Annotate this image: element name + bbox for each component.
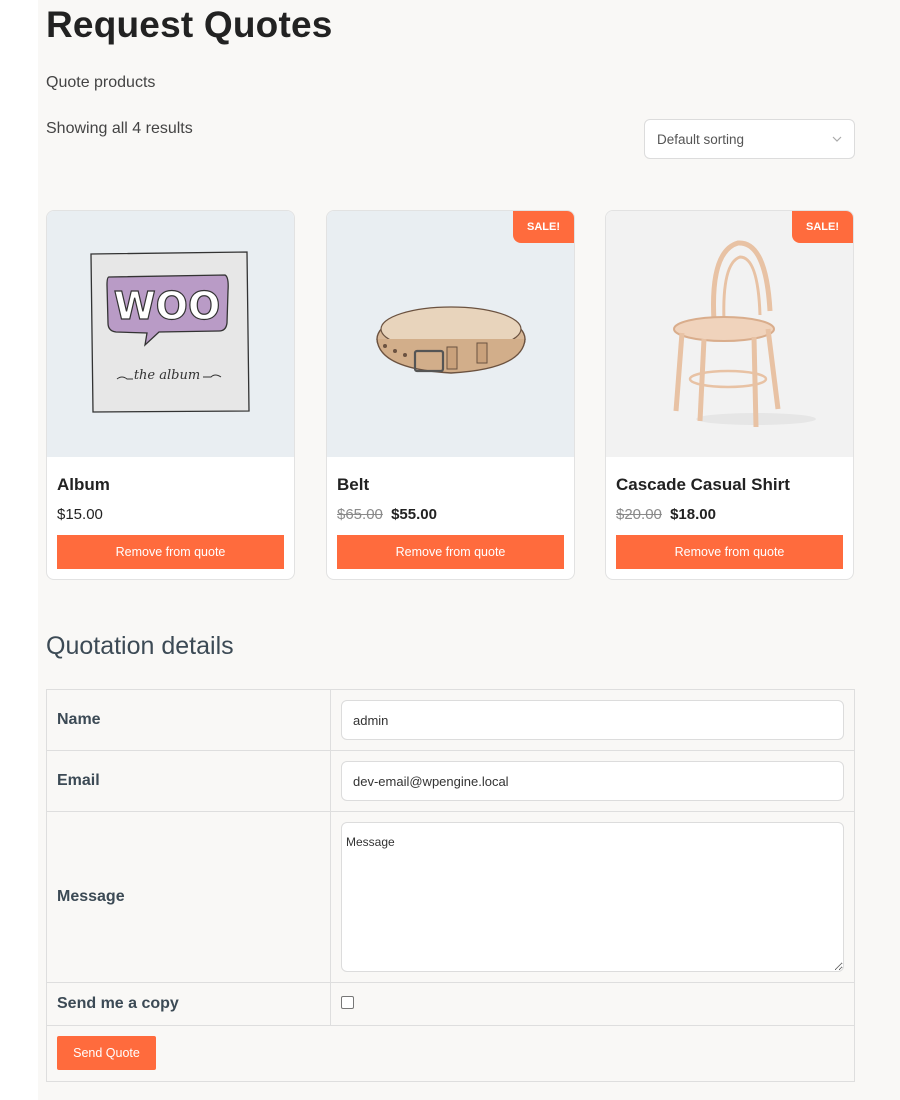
email-label: Email xyxy=(47,751,331,811)
product-card-belt: SALE! Belt $65.00 $55.00 Remove from quo… xyxy=(326,210,575,580)
email-input[interactable] xyxy=(341,761,844,801)
result-count: Showing all 4 results xyxy=(46,120,193,137)
quotation-details-title: Quotation details xyxy=(46,632,234,660)
product-name[interactable]: Album xyxy=(57,475,110,495)
page-title: Request Quotes xyxy=(46,4,333,45)
name-row: Name xyxy=(47,690,854,751)
product-card-album: WOO the album Album $15.00 Remove from q… xyxy=(46,210,295,580)
remove-from-quote-button[interactable]: Remove from quote xyxy=(616,535,843,569)
quotation-form: Name Email Message Send me a copy Send Q… xyxy=(46,689,855,1082)
submit-row: Send Quote xyxy=(47,1026,854,1081)
product-price: $15.00 xyxy=(57,506,103,523)
sale-badge: SALE! xyxy=(513,211,574,243)
send-copy-checkbox[interactable] xyxy=(341,996,354,1009)
sale-price: $18.00 xyxy=(670,506,716,523)
regular-price: $65.00 xyxy=(337,506,383,523)
chair-image[interactable] xyxy=(606,211,853,457)
left-margin-strip xyxy=(0,0,38,1100)
product-card-cascade-casual-shirt: SALE! Cascade Casual Shirt $20.00 $18.00… xyxy=(605,210,854,580)
chevron-down-icon xyxy=(832,133,842,145)
regular-price: $20.00 xyxy=(616,506,662,523)
message-textarea[interactable] xyxy=(341,822,844,972)
remove-from-quote-button[interactable]: Remove from quote xyxy=(57,535,284,569)
sale-price: $55.00 xyxy=(391,506,437,523)
remove-from-quote-button[interactable]: Remove from quote xyxy=(337,535,564,569)
name-input[interactable] xyxy=(341,700,844,740)
send-copy-row: Send me a copy xyxy=(47,983,854,1026)
message-row: Message xyxy=(47,812,854,983)
product-name[interactable]: Cascade Casual Shirt xyxy=(616,475,790,495)
sorting-dropdown[interactable]: Default sorting xyxy=(644,119,855,159)
product-name[interactable]: Belt xyxy=(337,475,369,495)
message-label: Message xyxy=(47,812,331,982)
message-field-cell xyxy=(331,812,854,982)
send-copy-cell xyxy=(331,983,854,1025)
product-grid: WOO the album Album $15.00 Remove from q… xyxy=(46,210,855,580)
sorting-selected-value: Default sorting xyxy=(657,131,745,147)
send-copy-label: Send me a copy xyxy=(47,983,331,1025)
page-subtitle: Quote products xyxy=(46,74,156,91)
name-label: Name xyxy=(47,690,331,750)
woo-logo-text: WOO xyxy=(114,284,221,328)
product-price: $20.00 $18.00 xyxy=(616,506,716,523)
belt-image[interactable] xyxy=(327,211,574,457)
sale-badge: SALE! xyxy=(792,211,853,243)
send-quote-button[interactable]: Send Quote xyxy=(57,1036,156,1070)
price-value: $15.00 xyxy=(57,506,103,523)
album-image[interactable]: WOO the album xyxy=(47,211,294,457)
email-field-cell xyxy=(331,751,854,811)
album-caption-text: the album xyxy=(134,368,200,383)
product-price: $65.00 $55.00 xyxy=(337,506,437,523)
name-field-cell xyxy=(331,690,854,750)
email-row: Email xyxy=(47,751,854,812)
